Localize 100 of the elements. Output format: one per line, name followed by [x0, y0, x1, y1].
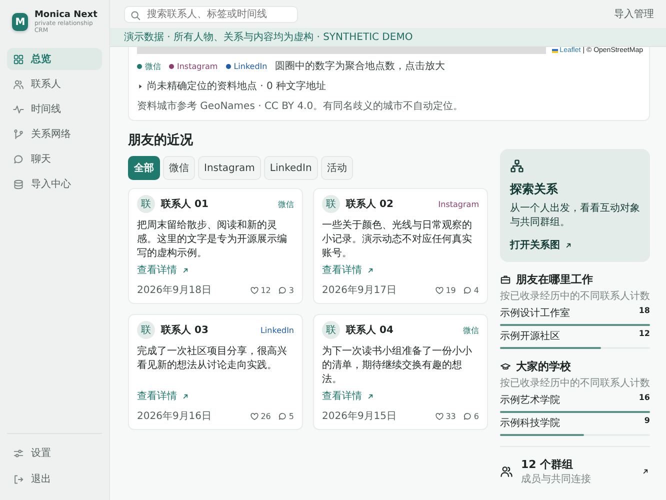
cap-icon: [500, 361, 511, 372]
comment-icon: [278, 286, 287, 294]
details-link[interactable]: 查看详情: [322, 263, 375, 277]
groups-link[interactable]: 12 个群组 成员与共同连接: [500, 446, 650, 486]
pulse-icon: [13, 104, 24, 114]
platform-tag: 微信: [463, 324, 479, 336]
stat-heading: 大家的学校: [516, 359, 571, 374]
post-text: 完成了一次社区项目分享，很高兴看见新的想法从讨论走向实践。: [137, 345, 288, 373]
stat-subtitle: 按已收录经历中的不同联系人计数: [500, 290, 650, 303]
legend-note: 圆圈中的数字为聚合地点数，点击放大: [275, 60, 446, 73]
like-count: 12: [260, 286, 271, 294]
caret-icon: [137, 82, 144, 90]
nav-item[interactable]: 设置: [7, 442, 102, 464]
grid-icon: [13, 54, 24, 64]
explore-text: 从一个人出发，看看互动对象与共同群组。: [510, 202, 640, 230]
arrow-icon: [181, 392, 190, 400]
filter-tab[interactable]: 全部: [128, 156, 160, 180]
nav-item[interactable]: 时间线: [7, 98, 102, 120]
details-link[interactable]: 查看详情: [137, 389, 190, 403]
arrow-icon: [641, 467, 650, 476]
legend-label: LinkedIn: [234, 62, 268, 70]
flag-icon: [552, 48, 558, 52]
import-link[interactable]: 导入管理: [614, 7, 654, 21]
app-name: Monica Next: [34, 10, 98, 20]
legend-label: 微信: [145, 60, 161, 72]
like-count: 26: [260, 412, 271, 420]
filter-tab[interactable]: 活动: [320, 156, 353, 180]
contact-name: 联系人 03: [161, 324, 210, 337]
source-note: 资料城市参考 GeoNames · CC BY 4.0。有同名歧义的城市不自动定位。: [137, 100, 464, 113]
avatar: 联: [322, 321, 340, 339]
stat-label: 示例艺术学院: [500, 394, 560, 407]
stat-label: 示例科技学院: [500, 416, 560, 430]
stat-count: 16: [638, 393, 650, 404]
comment-count: 6: [474, 412, 479, 420]
graph-link[interactable]: 打开关系图: [510, 238, 573, 252]
logout-icon: [13, 474, 24, 484]
filter-tab[interactable]: LinkedIn: [264, 156, 318, 180]
details-link[interactable]: 查看详情: [322, 389, 375, 403]
filter-tab[interactable]: 微信: [163, 156, 195, 180]
comment-count: 4: [474, 286, 479, 294]
map-area[interactable]: [137, 47, 546, 54]
contact-name: 联系人 02: [346, 198, 394, 211]
platform-tag: LinkedIn: [260, 326, 294, 334]
stat-count: 12: [638, 329, 650, 340]
post-text: 把周末留给散步、阅读和新的灵感。这里的文字是专为开源展示编写的虚构示例。: [137, 219, 288, 261]
nav-item[interactable]: 总览: [7, 48, 102, 70]
stat-label: 示例开源社区: [500, 330, 560, 343]
unlocated-toggle[interactable]: 尚未精确定位的资料地点 · 0 种文字地址: [137, 79, 649, 93]
contact-name: 联系人 04: [346, 324, 394, 337]
nav-item[interactable]: 退出: [7, 468, 102, 490]
groups-title: 12 个群组: [521, 457, 574, 472]
platform-tag: 微信: [278, 198, 294, 210]
post-text: 一些关于颜色、光线与日常观察的小记录。演示动态不对应任何真实账号。: [322, 219, 473, 261]
comment-count: 3: [288, 286, 294, 294]
platform-tag: Instagram: [438, 200, 479, 208]
nav-item[interactable]: 联系人: [7, 73, 102, 95]
avatar: 联: [322, 195, 340, 213]
database-icon: [13, 178, 24, 190]
heart-icon: [434, 412, 444, 420]
network-icon: [510, 159, 524, 173]
nav-item[interactable]: 聊天: [7, 148, 102, 170]
heart-icon: [250, 286, 259, 294]
nav-item[interactable]: 关系网络: [7, 123, 102, 145]
arrow-icon: [181, 266, 190, 274]
like-count: 33: [446, 412, 456, 420]
post-text: 为下一次读书小组准备了一份小小的清单，期待继续交换有趣的想法。: [322, 345, 473, 387]
heart-icon: [250, 412, 259, 420]
like-count: 19: [446, 286, 456, 294]
arrow-icon: [366, 392, 375, 400]
arrow-icon: [564, 240, 573, 250]
stat-count: 18: [638, 306, 650, 317]
arrow-icon: [366, 266, 375, 274]
app-logo: M: [12, 13, 28, 31]
heart-icon: [434, 286, 444, 294]
stat-subtitle: 按已收录经历中的不同联系人计数: [500, 376, 650, 390]
search-field[interactable]: 搜索联系人、标签或时间线: [124, 6, 298, 22]
post-date: 2026年9月18日: [137, 284, 212, 297]
groups-subtitle: 成员与共同连接: [521, 472, 592, 486]
section-title: 朋友的近况: [128, 132, 194, 149]
avatar: 联: [137, 321, 155, 339]
post-date: 2026年9月15日: [322, 410, 397, 423]
briefcase-icon: [500, 274, 511, 285]
post-date: 2026年9月16日: [137, 410, 212, 423]
stat-label: 示例设计工作室: [500, 306, 570, 320]
chat-icon: [13, 154, 24, 164]
stat-heading: 朋友在哪里工作: [516, 272, 593, 287]
filter-tab[interactable]: Instagram: [198, 156, 261, 180]
details-link[interactable]: 查看详情: [137, 263, 190, 277]
contact-name: 联系人 01: [161, 198, 210, 211]
legend-label: Instagram: [177, 62, 218, 70]
post-date: 2026年9月17日: [322, 284, 397, 297]
demo-banner: 演示数据 · 所有人物、关系与内容均为虚构 · SYNTHETIC DEMO: [110, 28, 666, 47]
stat-count: 9: [644, 416, 650, 427]
explore-title: 探索关系: [510, 181, 559, 198]
comment-icon: [462, 412, 472, 420]
people-icon: [13, 78, 24, 90]
settings-icon: [13, 448, 24, 458]
people-icon: [500, 465, 513, 478]
nav-item[interactable]: 导入中心: [7, 173, 102, 195]
comment-count: 5: [288, 412, 294, 420]
